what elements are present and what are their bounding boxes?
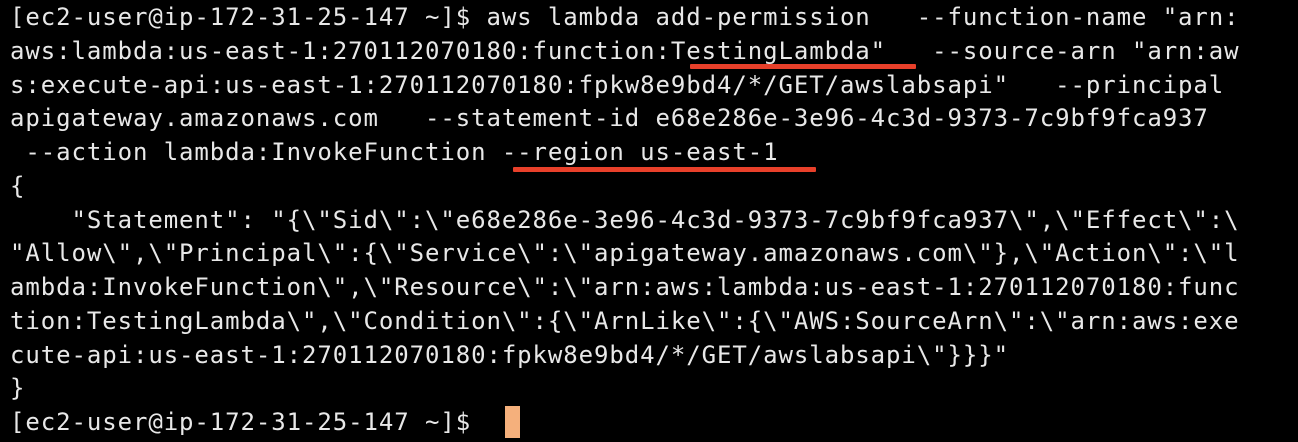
terminal-line-6: {: [10, 172, 26, 200]
terminal-line-3: s:execute-api:us-east-1:270112070180:fpk…: [10, 71, 1225, 99]
terminal-window[interactable]: [ec2-user@ip-172-31-25-147 ~]$ aws lambd…: [0, 0, 1298, 442]
terminal-line-9: ambda:InvokeFunction\",\"Resource\":\"ar…: [10, 273, 1240, 301]
terminal-line-10: tion:TestingLambda\",\"Condition\":{\"Ar…: [10, 307, 1240, 335]
function-name-highlight-underline: [690, 64, 916, 69]
terminal-cursor: [505, 406, 520, 438]
terminal-line-1: [ec2-user@ip-172-31-25-147 ~]$ aws lambd…: [10, 3, 1240, 31]
terminal-line-7: "Statement": "{\"Sid\":\"e68e286e-3e96-4…: [10, 206, 1240, 234]
region-highlight-underline: [513, 167, 816, 172]
terminal-line-8: "Allow\",\"Principal\":{\"Service\":\"ap…: [10, 239, 1240, 267]
terminal-line-4: apigateway.amazonaws.com --statement-id …: [10, 104, 1209, 132]
terminal-line-12: }: [10, 374, 26, 402]
terminal-line-5: --action lambda:InvokeFunction --region …: [10, 138, 779, 166]
terminal-line-2: aws:lambda:us-east-1:270112070180:functi…: [10, 37, 1240, 65]
terminal-line-11: cute-api:us-east-1:270112070180:fpkw8e9b…: [10, 341, 1009, 369]
terminal-prompt: [ec2-user@ip-172-31-25-147 ~]$: [10, 408, 487, 436]
